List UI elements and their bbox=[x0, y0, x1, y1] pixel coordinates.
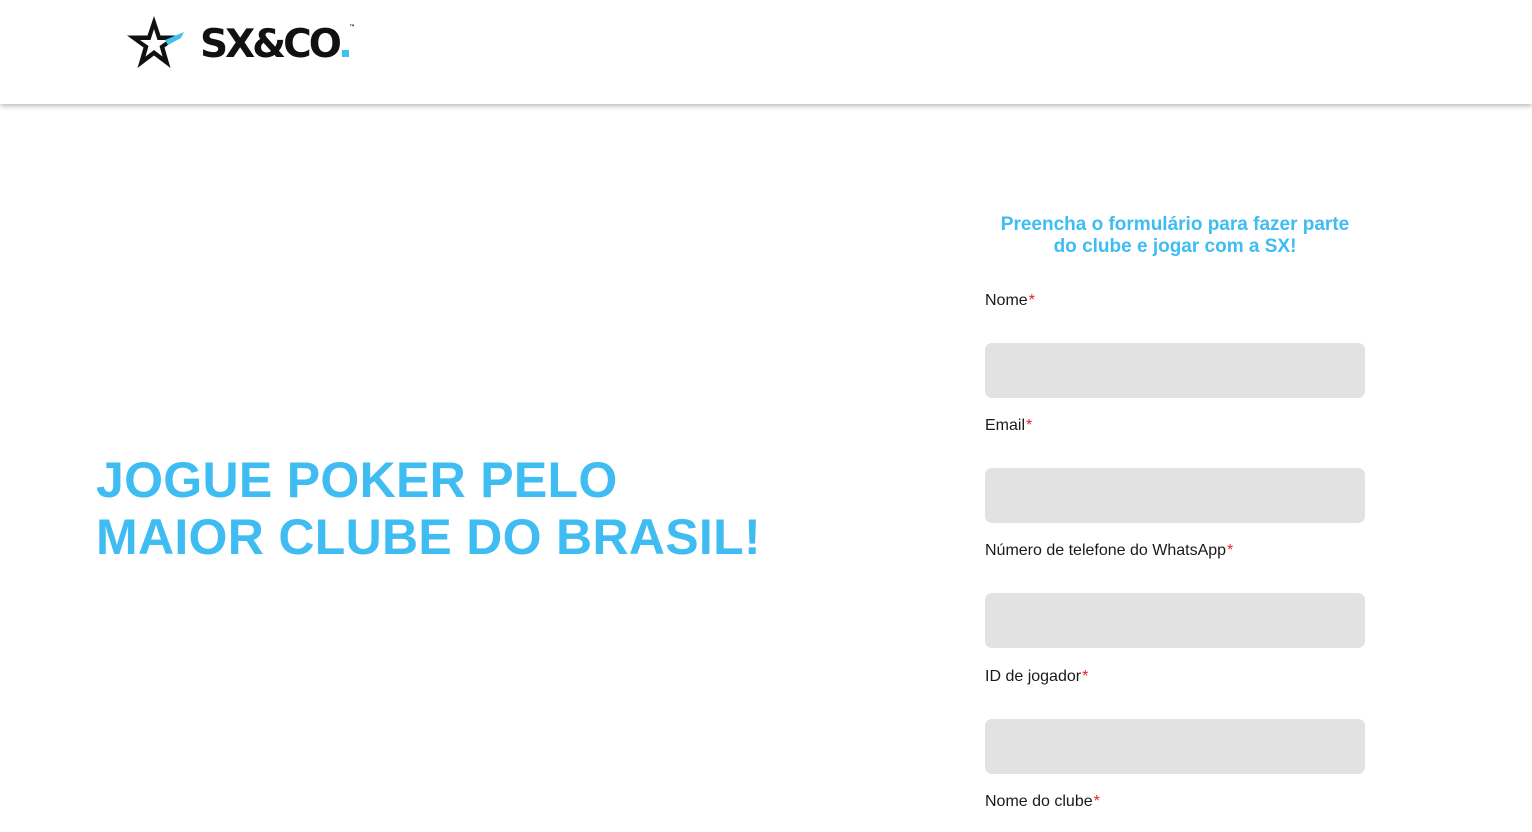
whatsapp-input[interactable] bbox=[985, 593, 1365, 648]
brand-logo[interactable]: SX&CO ™ bbox=[124, 15, 355, 73]
hero-line-2: MAIOR CLUBE DO BRASIL! bbox=[96, 509, 761, 565]
player-id-input[interactable] bbox=[985, 719, 1365, 774]
brand-dot bbox=[341, 49, 349, 57]
name-label: Nome* bbox=[985, 292, 1035, 309]
whatsapp-label: Número de telefone do WhatsApp* bbox=[985, 542, 1234, 559]
form-title-line-2: do clube e jogar com a SX! bbox=[1053, 236, 1297, 257]
club-name-label: Nome do clube* bbox=[985, 793, 1100, 810]
hero-line-1: JOGUE POKER PELO bbox=[96, 452, 618, 508]
email-label: Email* bbox=[985, 417, 1033, 434]
player-id-label: ID de jogador* bbox=[985, 668, 1089, 685]
required-asterisk: * bbox=[1227, 542, 1234, 559]
site-header: SX&CO ™ bbox=[0, 0, 1532, 104]
trademark-mark: ™ bbox=[348, 23, 355, 31]
hero-headline: JOGUE POKER PELO MAIOR CLUBE DO BRASIL! bbox=[96, 452, 761, 566]
required-asterisk: * bbox=[1028, 292, 1035, 309]
brand-wordmark: SX&CO ™ bbox=[200, 21, 355, 67]
star-icon bbox=[127, 16, 184, 68]
required-asterisk: * bbox=[1082, 668, 1089, 685]
form-title: Preencha o formulário para fazer parte d… bbox=[985, 214, 1365, 258]
required-asterisk: * bbox=[1093, 793, 1100, 810]
required-asterisk: * bbox=[1026, 417, 1033, 434]
form-title-line-1: Preencha o formulário para fazer parte bbox=[1000, 214, 1350, 235]
name-input[interactable] bbox=[985, 343, 1365, 398]
email-input[interactable] bbox=[985, 468, 1365, 523]
